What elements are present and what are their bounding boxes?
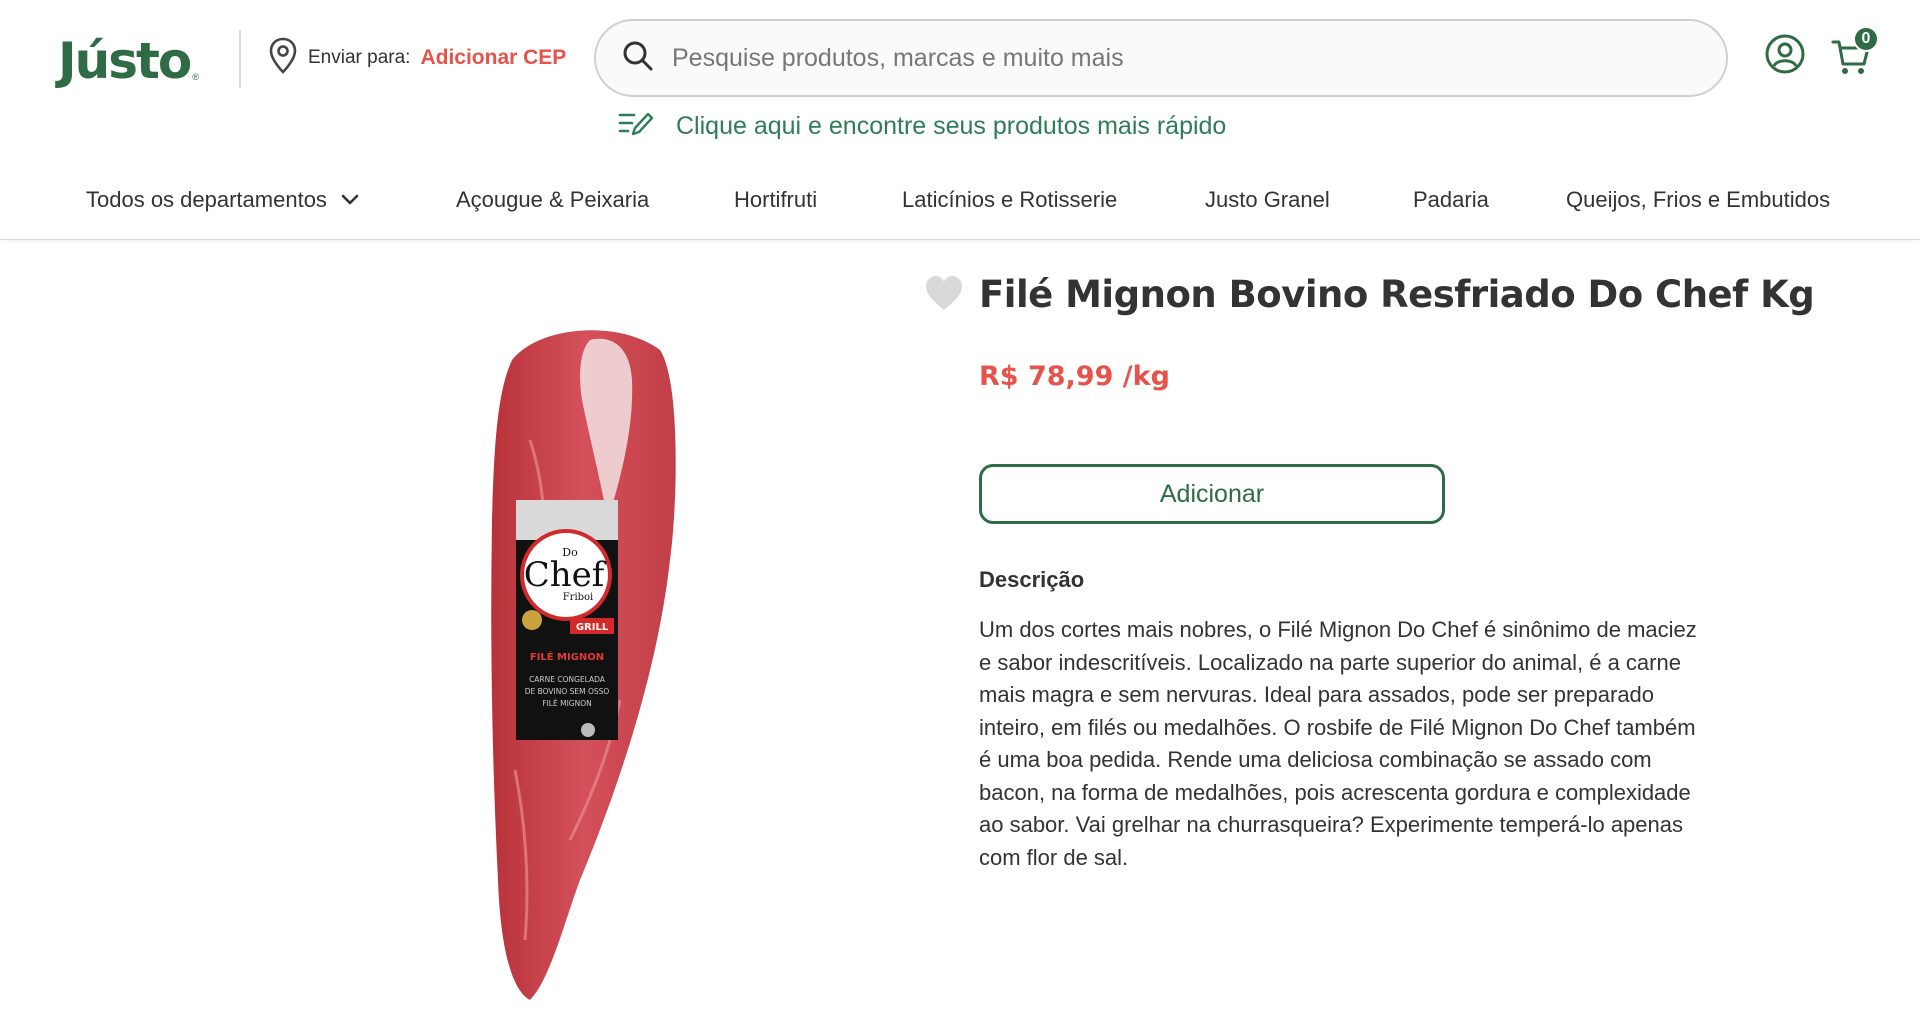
header-divider (239, 30, 241, 88)
map-pin-icon (268, 37, 298, 80)
nav-justo-granel[interactable]: Justo Granel (1205, 178, 1330, 222)
product-image: Do Chef Friboi GRILL FILÉ MIGNON CARNE C… (470, 320, 710, 1010)
nav-laticinios-rotisserie[interactable]: Laticínios e Rotisserie (902, 178, 1117, 222)
package-name: FILÉ MIGNON (530, 650, 604, 663)
nav-acougue-peixaria[interactable]: Açougue & Peixaria (456, 178, 649, 222)
search-input[interactable] (672, 38, 1726, 78)
logo-registered-mark: ® (192, 72, 199, 82)
nav-queijos-frios-embutidos[interactable]: Queijos, Frios e Embutidos (1566, 178, 1830, 222)
logo-text: Jústo (58, 32, 192, 90)
justo-logo[interactable]: Jústo ® (58, 30, 199, 86)
site-header: Jústo ® Enviar para: Adicionar CEP Pesqu… (0, 0, 1920, 240)
description-heading: Descrição (979, 567, 1085, 592)
product-title: Filé Mignon Bovino Resfriado Do Chef Kg (979, 273, 1815, 316)
nav-all-departments[interactable]: Todos os departamentos (86, 178, 359, 222)
product-price: R$ 78,99 /kg (979, 361, 1170, 392)
package-grill: GRILL (576, 622, 609, 633)
heart-icon[interactable] (924, 274, 964, 314)
add-cep-link[interactable]: Adicionar CEP (420, 46, 566, 70)
nav-item-label: Justo Granel (1205, 187, 1330, 212)
search-icon[interactable] (622, 40, 654, 77)
chevron-down-icon (341, 194, 359, 206)
nav-padaria[interactable]: Padaria (1413, 178, 1489, 222)
search-bar[interactable] (594, 19, 1728, 97)
nav-item-label: Hortifruti (734, 187, 818, 212)
cart-count-badge: 0 (1853, 26, 1879, 52)
cep-label: Enviar para: (308, 47, 411, 68)
package-brand-sub: Friboi (563, 592, 594, 603)
package-line-1: CARNE CONGELADA (529, 675, 606, 684)
nav-item-label: Padaria (1413, 187, 1489, 212)
user-circle-icon[interactable] (1764, 33, 1806, 75)
list-pencil-icon (618, 110, 654, 143)
quick-search-text: Clique aqui e encontre seus produtos mai… (676, 111, 1227, 140)
package-line-2: DE BOVINO SEM OSSO (525, 687, 610, 696)
nav-hortifruti[interactable]: Hortifruti (734, 178, 817, 222)
product-description: Um dos cortes mais nobres, o Filé Mignon… (979, 617, 1697, 870)
package-brand: Chef (524, 555, 607, 595)
nav-item-label: Todos os departamentos (86, 187, 327, 212)
nav-item-label: Queijos, Frios e Embutidos (1566, 187, 1831, 212)
add-to-cart-button[interactable]: Adicionar (979, 464, 1445, 524)
nav-item-label: Laticínios e Rotisserie (902, 187, 1118, 212)
nav-item-label: Açougue & Peixaria (456, 187, 650, 212)
delivery-cep-selector[interactable]: Enviar para: Adicionar CEP (268, 37, 566, 80)
quick-search-link[interactable]: Clique aqui e encontre seus produtos mai… (618, 108, 1226, 144)
department-nav: Todos os departamentos Açougue & Peixari… (0, 178, 1920, 222)
package-line-3: FILÉ MIGNON (542, 699, 591, 708)
